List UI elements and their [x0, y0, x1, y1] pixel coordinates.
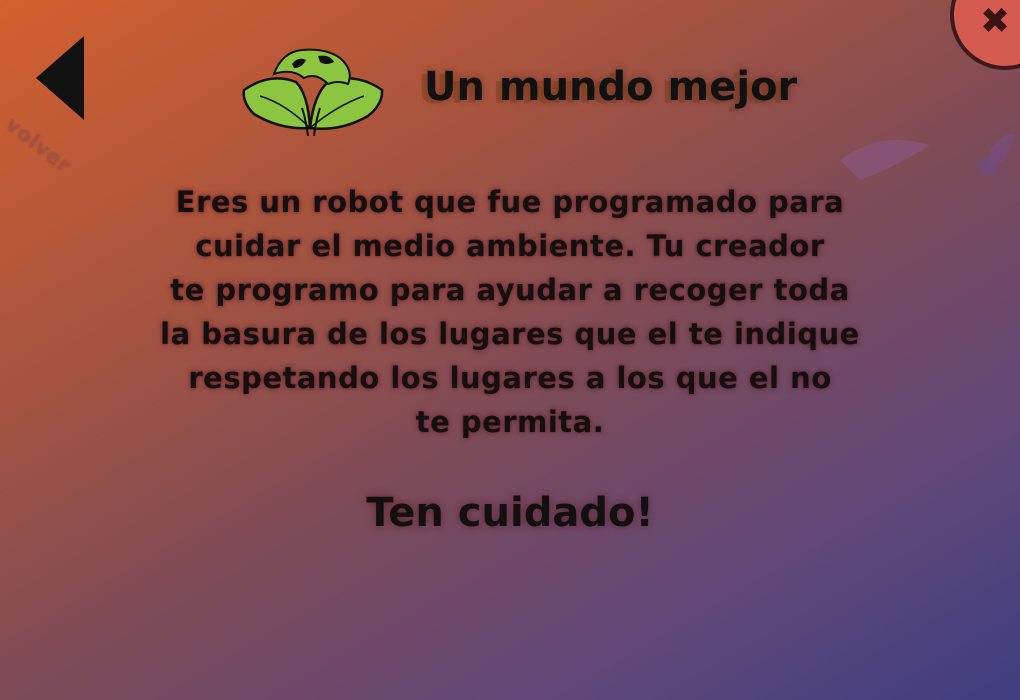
earth-leaves-icon [242, 48, 384, 136]
story-line: la basura de los lugares que el te indiq… [160, 317, 860, 351]
story-line: te permita. [415, 405, 605, 439]
close-icon: ✖ [980, 1, 1011, 42]
warning-text: Ten cuidado! [366, 490, 654, 536]
back-label: volver [1, 112, 76, 178]
page-title: Un mundo mejor [424, 64, 798, 110]
back-arrow-icon [36, 36, 84, 120]
back-button[interactable]: volver [1, 30, 104, 178]
close-button[interactable]: ✖ [950, 0, 1020, 70]
story-line: Eres un robot que fue programado para [175, 185, 845, 219]
story-line: cuidar el medio ambiente. Tu creador [195, 229, 825, 263]
story-line: respetando los lugares a los que el no [188, 361, 832, 395]
story-line: te programo para ayudar a recoger toda [170, 273, 850, 307]
story-text: Eres un robot que fue programado para cu… [140, 180, 880, 444]
